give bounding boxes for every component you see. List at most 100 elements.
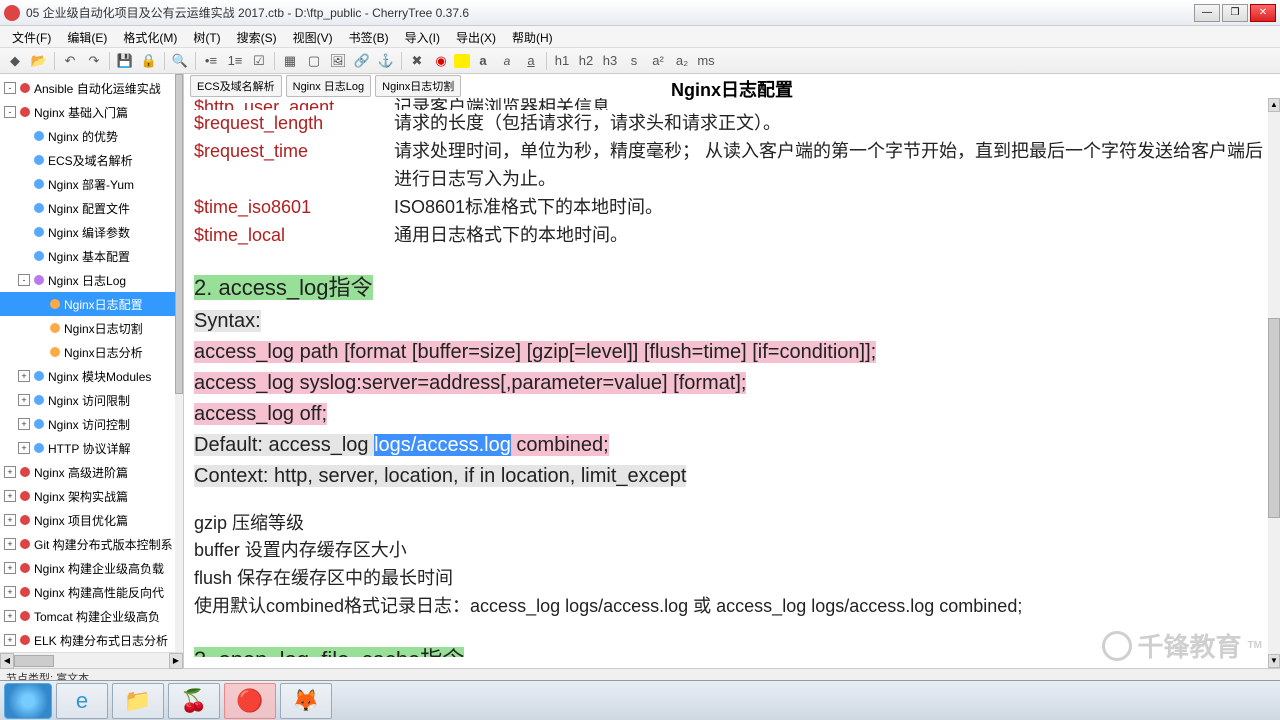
- section-heading: 3. open_log_file_cache指令: [194, 647, 464, 657]
- subscript-icon[interactable]: a₂: [671, 51, 693, 71]
- tree-node[interactable]: +Nginx日志切割: [0, 316, 183, 340]
- strike-icon[interactable]: s: [623, 51, 645, 71]
- list-bullet-icon[interactable]: •≡: [200, 51, 222, 71]
- print-icon[interactable]: 🔒: [138, 51, 160, 71]
- tree-expander-icon[interactable]: +: [18, 442, 30, 454]
- tree-node[interactable]: +Nginx 构建高性能反向代: [0, 580, 183, 604]
- tree-expander-icon[interactable]: +: [18, 394, 30, 406]
- tab-ecs[interactable]: ECS及域名解析: [190, 75, 282, 97]
- menu-edit[interactable]: 编辑(E): [59, 26, 115, 47]
- redo-icon[interactable]: ↷: [83, 51, 105, 71]
- table-icon[interactable]: ▦: [279, 51, 301, 71]
- codebox-icon[interactable]: ▢: [303, 51, 325, 71]
- underline-icon[interactable]: a: [520, 51, 542, 71]
- tree-node[interactable]: +Nginx日志分析: [0, 340, 183, 364]
- tree-expander-icon[interactable]: +: [4, 490, 16, 502]
- tree-node[interactable]: +Git 构建分布式版本控制系: [0, 532, 183, 556]
- image-icon[interactable]: 🖼: [327, 51, 349, 71]
- tree-node[interactable]: -Nginx 日志Log: [0, 268, 183, 292]
- editor-content[interactable]: $http_user_agent 记录客户端浏览器相关信息 $request_l…: [184, 98, 1280, 668]
- menu-file[interactable]: 文件(F): [4, 26, 59, 47]
- tree-node[interactable]: - Ansible 自动化运维实战: [0, 76, 183, 100]
- close-button[interactable]: ✕: [1250, 4, 1276, 22]
- tree-node[interactable]: +ELK 构建分布式日志分析: [0, 628, 183, 652]
- h1-icon[interactable]: h1: [551, 51, 573, 71]
- h2-icon[interactable]: h2: [575, 51, 597, 71]
- tree-expander-icon[interactable]: +: [4, 610, 16, 622]
- menu-help[interactable]: 帮助(H): [504, 26, 561, 47]
- menu-export[interactable]: 导出(X): [448, 26, 504, 47]
- italic-icon[interactable]: a: [496, 51, 518, 71]
- node-icon: [34, 395, 44, 405]
- new-node-icon[interactable]: ◆: [4, 51, 26, 71]
- list-number-icon[interactable]: 1≡: [224, 51, 246, 71]
- tab-nginx-cut[interactable]: Nginx日志切割: [375, 75, 461, 97]
- tree-expander-icon[interactable]: +: [4, 586, 16, 598]
- section-heading: 2. access_log指令: [194, 275, 373, 300]
- open-icon[interactable]: 📂: [28, 51, 50, 71]
- search-icon[interactable]: 🔍: [169, 51, 191, 71]
- fg-color-icon[interactable]: ◉: [430, 51, 452, 71]
- taskbar-explorer-icon[interactable]: 📁: [112, 683, 164, 719]
- save-icon[interactable]: 💾: [114, 51, 136, 71]
- tree-node[interactable]: +Nginx 构建企业级高负载: [0, 556, 183, 580]
- clear-format-icon[interactable]: ✖: [406, 51, 428, 71]
- window-controls: — ❐ ✕: [1194, 4, 1276, 22]
- tree-expander-icon[interactable]: +: [18, 418, 30, 430]
- start-button[interactable]: [4, 683, 52, 719]
- menu-search[interactable]: 搜索(S): [229, 26, 285, 47]
- tree-node[interactable]: +Nginx 配置文件: [0, 196, 183, 220]
- tree-vscrollbar[interactable]: [175, 74, 183, 652]
- list-todo-icon[interactable]: ☑: [248, 51, 270, 71]
- tree-expander-icon[interactable]: +: [4, 466, 16, 478]
- tree-expander-icon[interactable]: +: [18, 370, 30, 382]
- tree-expander-icon[interactable]: +: [4, 514, 16, 526]
- menu-import[interactable]: 导入(I): [397, 26, 448, 47]
- taskbar-cherrytree-icon[interactable]: 🍒: [168, 683, 220, 719]
- bg-color-icon[interactable]: [454, 54, 470, 68]
- tree-node[interactable]: +Nginx 编译参数: [0, 220, 183, 244]
- superscript-icon[interactable]: a²: [647, 51, 669, 71]
- menubar: 文件(F) 编辑(E) 格式化(M) 树(T) 搜索(S) 视图(V) 书签(B…: [0, 26, 1280, 48]
- tree-node[interactable]: +Nginx 项目优化篇: [0, 508, 183, 532]
- var-desc: ISO8601标准格式下的本地时间。: [394, 194, 1270, 222]
- tree-node[interactable]: +Nginx 的优势: [0, 124, 183, 148]
- tree-node[interactable]: +ECS及域名解析: [0, 148, 183, 172]
- tree-node[interactable]: +Nginx日志配置: [0, 292, 183, 316]
- undo-icon[interactable]: ↶: [59, 51, 81, 71]
- tree-node[interactable]: +Nginx 架构实战篇: [0, 484, 183, 508]
- tree-node[interactable]: +Nginx 基本配置: [0, 244, 183, 268]
- tree-node[interactable]: +Nginx 访问控制: [0, 412, 183, 436]
- menu-view[interactable]: 视图(V): [285, 26, 341, 47]
- tree-expander-icon[interactable]: +: [4, 634, 16, 646]
- tree-expander-icon[interactable]: -: [18, 274, 30, 286]
- bold-icon[interactable]: a: [472, 51, 494, 71]
- taskbar-app-icon[interactable]: 🔴: [224, 683, 276, 719]
- editor-vscrollbar[interactable]: ▲▼: [1268, 98, 1280, 668]
- tree-hscrollbar[interactable]: ◀▶: [0, 652, 183, 668]
- tree-node[interactable]: +Nginx 高级进阶篇: [0, 460, 183, 484]
- taskbar-firefox-icon[interactable]: 🦊: [280, 683, 332, 719]
- tree-node[interactable]: +Nginx 部署-Yum: [0, 172, 183, 196]
- tree-expander-icon[interactable]: +: [4, 538, 16, 550]
- minimize-button[interactable]: —: [1194, 4, 1220, 22]
- link-icon[interactable]: 🔗: [351, 51, 373, 71]
- tab-nginx-log[interactable]: Nginx 日志Log: [286, 75, 372, 97]
- menu-format[interactable]: 格式化(M): [115, 26, 185, 47]
- tree-node-label: Ansible 自动化运维实战: [34, 80, 161, 97]
- tree-node[interactable]: -Nginx 基础入门篇: [0, 100, 183, 124]
- tree-node[interactable]: +Nginx 访问限制: [0, 388, 183, 412]
- monospace-icon[interactable]: ms: [695, 51, 717, 71]
- anchor-icon[interactable]: ⚓: [375, 51, 397, 71]
- tree-expander-icon[interactable]: -: [4, 106, 16, 118]
- tree-expander-icon[interactable]: -: [4, 82, 16, 94]
- tree-node[interactable]: +Nginx 模块Modules: [0, 364, 183, 388]
- maximize-button[interactable]: ❐: [1222, 4, 1248, 22]
- h3-icon[interactable]: h3: [599, 51, 621, 71]
- tree-node[interactable]: +Tomcat 构建企业级高负: [0, 604, 183, 628]
- tree-node[interactable]: +HTTP 协议详解: [0, 436, 183, 460]
- menu-bookmarks[interactable]: 书签(B): [341, 26, 397, 47]
- taskbar-ie-icon[interactable]: e: [56, 683, 108, 719]
- tree-expander-icon[interactable]: +: [4, 562, 16, 574]
- menu-tree[interactable]: 树(T): [185, 26, 228, 47]
